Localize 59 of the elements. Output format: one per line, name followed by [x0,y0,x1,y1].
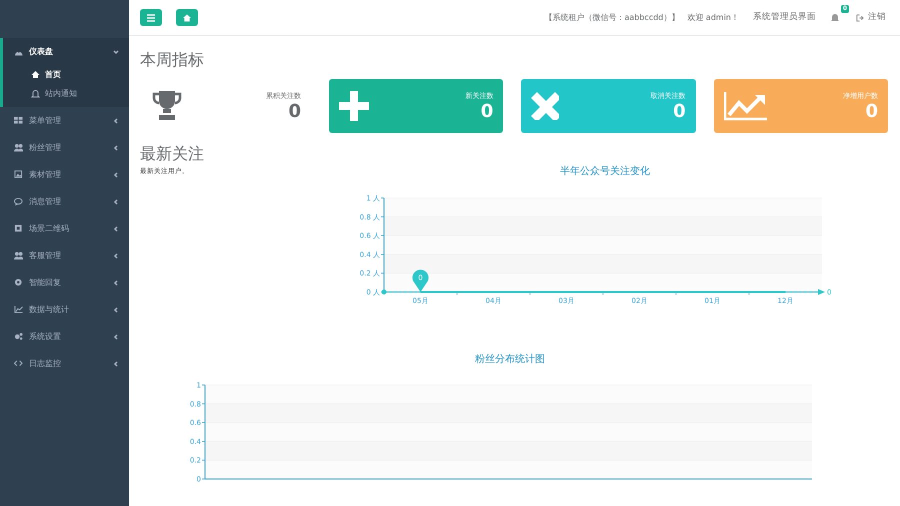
sidebar-item[interactable]: 素材管理 [0,161,129,188]
sidebar-subitem[interactable]: 站内通知 [3,84,129,103]
chevron-icon [113,252,119,258]
section-heading: 最新关注 [140,144,205,164]
trophy-icon [152,90,182,122]
chevron-icon [113,118,119,124]
stat-value: 0 [864,102,878,122]
sidebar-item[interactable]: 粉丝管理 [0,134,129,161]
sidebar-item[interactable]: 场景二维码 [0,215,129,242]
logout-link[interactable]: 注销 [856,11,886,24]
chat-icon [14,197,23,206]
users-icon [14,143,23,152]
bell-icon [31,89,40,98]
chevron-icon [113,48,119,54]
welcome-text: 欢迎 admin！ [687,12,739,24]
chevron-icon [113,198,119,204]
admin-link[interactable]: 系统管理员界面 [753,11,816,24]
sidebar-item[interactable]: 客服管理 [0,242,129,269]
sidebar-item[interactable]: 仪表盘 [3,38,129,65]
sidebar-item[interactable]: 日志监控 [0,350,129,377]
sign-out-icon [856,14,864,22]
chevron-icon [113,280,119,286]
code-icon [14,359,23,368]
menu-icon [147,14,155,22]
chevron-icon [113,334,119,340]
home-button[interactable] [176,9,198,26]
sidebar-item[interactable]: 消息管理 [0,188,129,215]
line-chart-icon [724,91,768,122]
plus-icon [339,91,369,122]
chart-title: 半年公众号关注变化 [560,166,650,178]
stat-value: 0 [672,102,686,122]
qrcode-icon [14,224,23,233]
chart-icon [14,305,23,314]
menu-button[interactable] [140,9,162,26]
stat-value: 0 [480,102,494,122]
image-icon [14,170,23,179]
bell-icon[interactable] [830,12,840,22]
users-icon [14,251,23,260]
data-point [382,290,386,295]
sidebar-item[interactable]: 数据与统计 [0,296,129,323]
chevron-icon [113,306,119,312]
home-icon [31,70,40,79]
section-heading: 本周指标 [140,50,205,70]
home-icon [183,14,191,22]
sidebar-item[interactable]: 菜单管理 [0,107,129,134]
chevron-icon [113,172,119,178]
sidebar-item[interactable]: 系统设置 [0,323,129,350]
chevron-icon [113,360,119,366]
grid-icon [14,116,23,125]
tenant-text: 【系统租户（微信号：aabbccdd）】 [544,12,680,24]
close-icon [531,92,560,120]
chevron-icon [113,226,119,232]
stat-value: 0 [287,102,301,122]
chevron-icon [113,144,119,150]
chart-title: 粉丝分布统计图 [475,354,545,366]
gear-icon [14,278,23,287]
settings-icon [14,332,23,341]
sidebar-item[interactable]: 智能回复 [0,269,129,296]
sidebar-subitem[interactable]: 首页 [3,65,129,84]
